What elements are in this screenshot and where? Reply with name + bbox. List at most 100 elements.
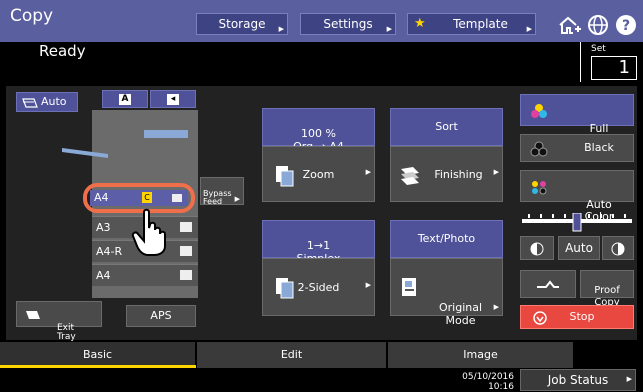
globe-icon[interactable] — [585, 12, 611, 38]
sort-value-display: Sort — [390, 108, 503, 146]
help-icon[interactable]: ? — [613, 12, 639, 38]
interrupt-button[interactable] — [520, 270, 576, 298]
aps-label: APS — [150, 309, 172, 322]
bypass-feed-label: Bypass Feed — [203, 189, 232, 206]
density-auto-button[interactable]: Auto — [558, 236, 600, 260]
black-icon — [530, 141, 548, 157]
full-color-icon — [531, 104, 547, 118]
orientation-portrait-button[interactable]: A — [102, 90, 148, 108]
interrupt-icon — [537, 280, 559, 288]
hand-pointer-icon — [131, 208, 166, 256]
settings-label: Settings — [323, 17, 373, 31]
two-sided-button[interactable]: 2-Sided ▶ — [262, 258, 375, 316]
finishing-icon — [401, 167, 419, 185]
density-slider[interactable] — [520, 213, 634, 233]
letter-a-icon: A — [119, 94, 131, 105]
textphoto-value-display: Text/Photo — [390, 220, 503, 258]
color-badge: C — [142, 192, 152, 203]
home-add-icon[interactable] — [556, 12, 582, 38]
density-auto-label: Auto — [565, 241, 593, 255]
zoom-value-display: 100 % Org → A4 — [262, 108, 375, 153]
corner-arrow-icon: ▶ — [234, 195, 240, 203]
paper-output-icon — [26, 311, 40, 319]
letter-a-rotated-icon: ◂ — [167, 94, 179, 105]
orientation-landscape-button[interactable]: ◂ — [150, 90, 196, 108]
tray-label: A4 — [96, 269, 111, 282]
auto-color-button[interactable]: Auto Color — [520, 170, 634, 223]
zoom-button[interactable]: Zoom ▶ — [262, 146, 375, 202]
corner-arrow-icon: ▶ — [626, 375, 632, 383]
date-time: 05/10/2016 10:16 — [458, 372, 514, 392]
tray-label: A3 — [96, 221, 111, 234]
corner-arrow-icon: ▶ — [386, 25, 392, 33]
finishing-button[interactable]: Finishing ▶ — [390, 146, 503, 202]
original-mode-icon — [402, 278, 416, 296]
corner-arrow-icon: ▶ — [365, 168, 371, 176]
app-title: Copy — [10, 6, 54, 26]
paper-icon — [180, 246, 192, 256]
job-status-label: Job Status — [547, 373, 609, 387]
paper-stack-icon — [22, 98, 38, 108]
proof-copy-button[interactable]: Proof Copy — [580, 270, 634, 308]
template-button[interactable]: ★ Template ▶ — [407, 13, 536, 35]
auto-color-icon — [532, 181, 547, 195]
simplex-value-display: 1→1 Simplex — [262, 220, 375, 265]
tray-label: A4 — [94, 191, 109, 204]
tab-label: Edit — [280, 348, 303, 361]
corner-arrow-icon: ▶ — [365, 281, 371, 289]
exit-tray-illustration — [62, 148, 108, 158]
title-bar: Copy Storage ▶ Settings ▶ ★ Template ▶ ? — [0, 0, 643, 42]
set-label: Set — [591, 44, 606, 54]
paper-icon — [180, 222, 192, 232]
zoom-icon — [276, 166, 294, 187]
original-mode-button[interactable]: Original Mode ▶ — [390, 258, 503, 327]
tab-edit[interactable]: Edit — [197, 342, 387, 368]
copy-count-value: 1 — [591, 56, 637, 80]
paper-icon — [180, 270, 192, 280]
template-label: Template — [453, 17, 508, 31]
finishing-label: Finishing — [434, 168, 483, 181]
exit-tray-button[interactable]: Exit Tray — [16, 301, 102, 342]
copy-count-box[interactable]: Set 1 — [580, 42, 640, 82]
zoom-label: Zoom — [302, 168, 335, 181]
textphoto-value: Text/Photo — [417, 232, 476, 245]
black-button[interactable]: Black — [520, 134, 634, 162]
corner-arrow-icon: ▶ — [278, 25, 284, 33]
exit-tray-label: Exit Tray — [57, 323, 76, 342]
stop-label: Stop — [569, 310, 595, 323]
half-circle-dark-icon — [611, 242, 625, 256]
job-status-button[interactable]: Job Status ▶ — [520, 369, 636, 391]
auto-original-button[interactable]: Auto — [16, 92, 78, 112]
tab-label: Image — [463, 348, 498, 361]
tray-a4-selected[interactable]: A4 C — [90, 190, 188, 206]
storage-button[interactable]: Storage ▶ — [196, 13, 288, 35]
date-text: 05/10/2016 — [462, 372, 514, 382]
two-sided-label: 2-Sided — [297, 281, 340, 294]
corner-arrow-icon: ▶ — [493, 168, 499, 176]
sort-value: Sort — [435, 120, 458, 133]
black-label: Black — [584, 141, 614, 154]
full-color-button[interactable]: Full Color — [520, 94, 634, 147]
star-icon: ★ — [414, 16, 426, 31]
copier-display-slot — [144, 130, 188, 138]
time-text: 10:16 — [488, 382, 514, 392]
tab-label: Basic — [82, 348, 113, 361]
svg-text:?: ? — [622, 18, 630, 34]
bypass-feed-button[interactable]: Bypass Feed ▶ — [200, 177, 244, 206]
lighter-button[interactable] — [520, 236, 554, 260]
corner-arrow-icon: ▶ — [526, 25, 532, 33]
status-text: Ready — [39, 42, 86, 60]
settings-button[interactable]: Settings ▶ — [300, 13, 396, 35]
tab-image[interactable]: Image — [388, 342, 574, 368]
stop-button[interactable]: Stop — [520, 305, 634, 329]
tray-a4-lower[interactable]: A4 — [92, 264, 198, 286]
tray-label: A4-R — [96, 245, 123, 258]
corner-arrow-icon: ▶ — [493, 303, 499, 311]
aps-button[interactable]: APS — [126, 305, 196, 327]
half-circle-light-icon — [530, 242, 544, 256]
copy-screen: Copy Storage ▶ Settings ▶ ★ Template ▶ ? — [0, 0, 643, 392]
darker-button[interactable] — [602, 236, 634, 260]
storage-label: Storage — [218, 17, 266, 31]
auto-label: Auto — [41, 95, 67, 108]
stop-icon — [533, 311, 547, 325]
